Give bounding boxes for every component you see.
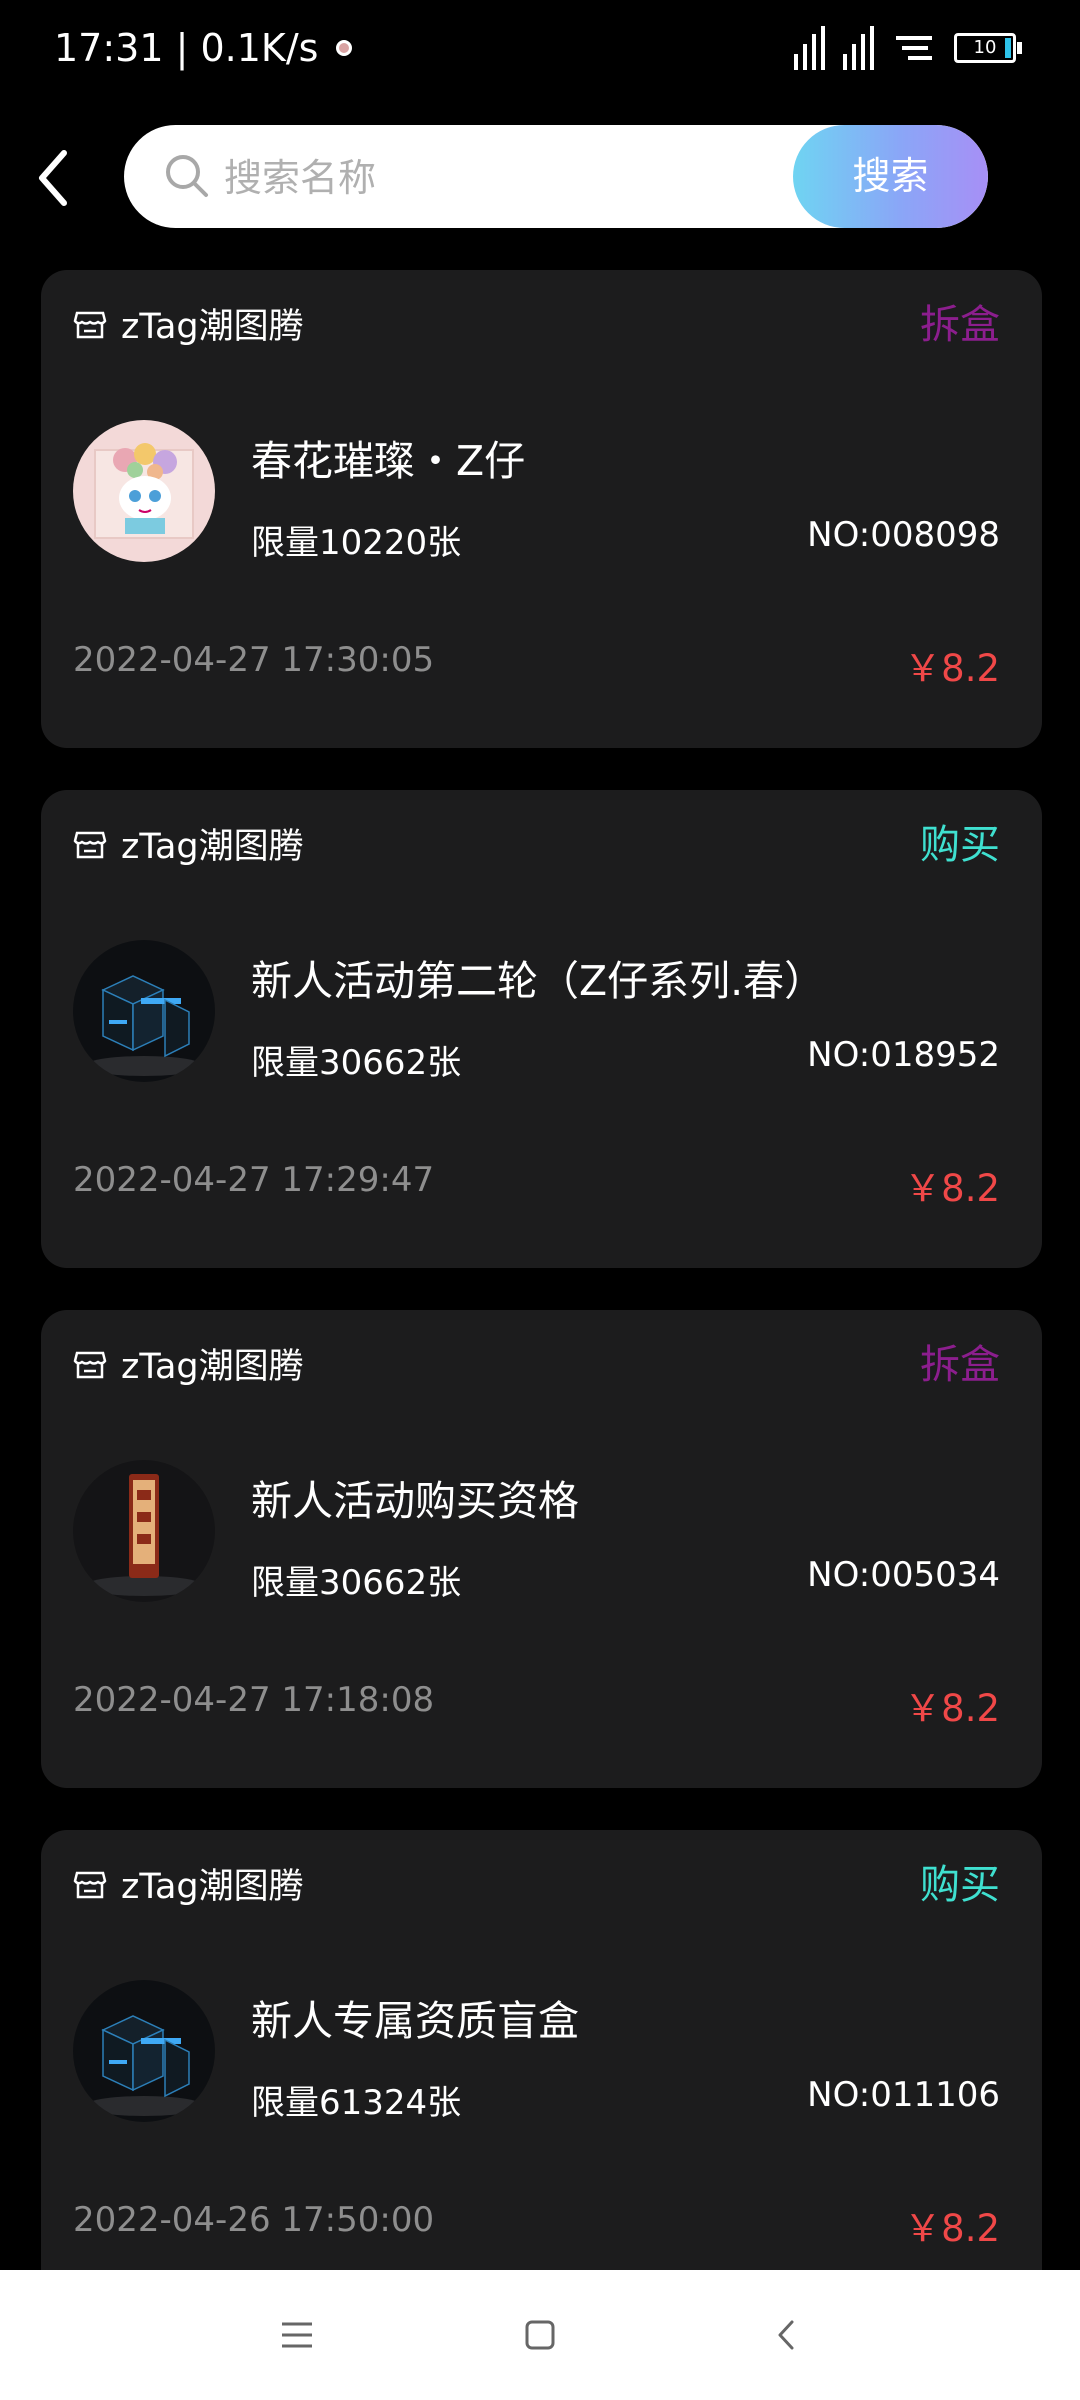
back-nav-button[interactable] (762, 2310, 812, 2360)
item-title: 春花璀璨・Z仔 (251, 437, 526, 485)
shop-row[interactable]: zTag潮图腾 (73, 818, 304, 869)
menu-icon (282, 2322, 312, 2348)
item-limit: 限量30662张 (251, 1043, 462, 1083)
system-nav-bar (0, 2270, 1080, 2400)
wifi-icon (896, 36, 932, 60)
signal-strength-icon (794, 26, 825, 70)
unbox-button[interactable]: 拆盒 (920, 292, 1000, 350)
item-number: NO:005034 (807, 1555, 1000, 1595)
blind-box-cubes-image (73, 940, 215, 1082)
item-title: 新人活动第二轮（Z仔系列.春） (251, 957, 826, 1005)
store-icon (73, 1351, 107, 1378)
shop-row[interactable]: zTag潮图腾 (73, 1858, 304, 1909)
shop-name: zTag潮图腾 (121, 1347, 304, 1387)
item-title: 新人活动购买资格 (251, 1477, 579, 1525)
item-limit: 限量10220张 (251, 523, 462, 563)
home-square-icon (525, 2320, 555, 2350)
order-card[interactable]: zTag潮图腾 拆盒 春花璀璨・Z仔 限量10220张 NO:008098 20… (41, 270, 1042, 748)
shop-name: zTag潮图腾 (121, 307, 304, 347)
store-icon (73, 311, 107, 338)
order-price: ￥8.2 (904, 1167, 1000, 1210)
order-time: 2022-04-27 17:29:47 (73, 1160, 435, 1200)
search-button[interactable]: 搜索 (793, 125, 988, 228)
status-bar: 17:31 | 0.1K/s 10 (0, 0, 1080, 105)
back-button[interactable] (30, 143, 80, 213)
search-input[interactable] (222, 125, 786, 228)
shop-name: zTag潮图腾 (121, 1867, 304, 1907)
item-number: NO:008098 (807, 515, 1000, 555)
flower-character-image (73, 420, 215, 562)
order-price: ￥8.2 (904, 1687, 1000, 1730)
order-price: ￥8.2 (904, 647, 1000, 690)
order-card[interactable]: zTag潮图腾 购买 新人专属资质盲盒 限量61324张 NO:011106 2… (41, 1830, 1042, 2308)
item-title: 新人专属资质盲盒 (251, 1997, 579, 2045)
order-price: ￥8.2 (904, 2207, 1000, 2250)
search-box: 搜索 (124, 125, 988, 228)
notification-dot-icon (336, 40, 353, 56)
signal-strength-2-icon (843, 26, 874, 70)
blind-box-cubes-image (73, 1980, 215, 2122)
battery-level: 10 (973, 37, 997, 58)
item-number: NO:018952 (807, 1035, 1000, 1075)
chevron-left-icon (39, 150, 67, 206)
order-card[interactable]: zTag潮图腾 购买 新人活动第二轮（Z仔系列.春） 限量30662张 NO:0… (41, 790, 1042, 1268)
search-header: 搜索 (0, 125, 1080, 230)
status-time-speed: 17:31 | 0.1K/s (54, 26, 319, 70)
item-limit: 限量61324张 (251, 2083, 462, 2123)
order-time: 2022-04-26 17:50:00 (73, 2200, 435, 2240)
item-limit: 限量30662张 (251, 1563, 462, 1603)
store-icon (73, 831, 107, 858)
buy-button[interactable]: 购买 (920, 1852, 1000, 1910)
buy-button[interactable]: 购买 (920, 812, 1000, 870)
unbox-button[interactable]: 拆盒 (920, 1332, 1000, 1390)
status-right: 10 (794, 26, 1022, 70)
fortune-stick-image (73, 1460, 215, 1602)
store-icon (73, 1871, 107, 1898)
order-time: 2022-04-27 17:18:08 (73, 1680, 435, 1720)
recent-apps-button[interactable] (272, 2310, 322, 2360)
shop-row[interactable]: zTag潮图腾 (73, 298, 304, 349)
order-time: 2022-04-27 17:30:05 (73, 640, 435, 680)
search-icon (166, 155, 208, 197)
home-button[interactable] (515, 2310, 565, 2360)
shop-row[interactable]: zTag潮图腾 (73, 1338, 304, 1389)
status-left: 17:31 | 0.1K/s (54, 26, 353, 70)
back-triangle-icon (778, 2320, 794, 2350)
shop-name: zTag潮图腾 (121, 827, 304, 867)
item-number: NO:011106 (807, 2075, 1000, 2115)
order-card[interactable]: zTag潮图腾 拆盒 新人活动购买资格 限量30662张 NO:005034 2… (41, 1310, 1042, 1788)
battery-icon: 10 (954, 33, 1022, 63)
